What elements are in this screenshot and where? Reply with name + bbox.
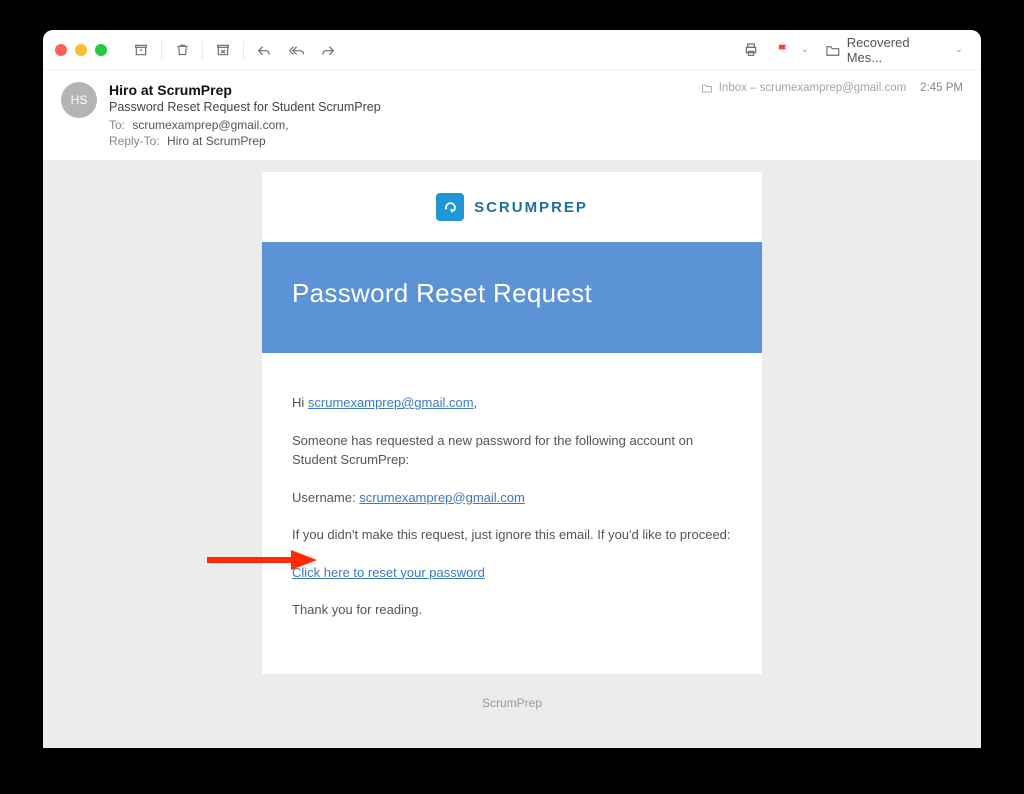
move-to-folder-select[interactable]: Recovered Mes... ⌄ — [819, 31, 969, 69]
chevron-down-icon: ⌄ — [955, 44, 963, 55]
print-button[interactable] — [737, 38, 765, 62]
inbox-icon — [701, 83, 713, 93]
sender-avatar: HS — [61, 82, 97, 118]
archive-button[interactable] — [127, 38, 155, 62]
banner-title: Password Reset Request — [292, 278, 732, 309]
brand-name: SCRUMPREP — [474, 199, 588, 216]
body-line-ignore: If you didn't make this request, just ig… — [292, 525, 732, 545]
flag-dropdown-icon[interactable]: ⌄ — [801, 44, 809, 55]
minimize-window-button[interactable] — [75, 44, 87, 56]
inbox-label: Inbox – scrumexamprep@gmail.com — [719, 82, 906, 94]
email-card: SCRUMPREP Password Reset Request Hi scru… — [262, 172, 762, 674]
greeting-email-link[interactable]: scrumexamprep@gmail.com — [308, 395, 474, 410]
sender-name: Hiro at ScrumPrep — [109, 82, 689, 98]
email-footer: ScrumPrep — [482, 674, 542, 732]
mail-window: ⌄ Recovered Mes... ⌄ HS Hiro at ScrumPre… — [43, 30, 981, 748]
reply-all-button[interactable] — [282, 38, 310, 62]
thanks-line: Thank you for reading. — [292, 600, 732, 620]
folder-label: Recovered Mes... — [847, 35, 947, 65]
folder-icon — [825, 43, 841, 57]
body-line-request: Someone has requested a new password for… — [292, 431, 732, 470]
brand-logo-icon — [436, 193, 464, 221]
close-window-button[interactable] — [55, 44, 67, 56]
zoom-window-button[interactable] — [95, 44, 107, 56]
brand-row: SCRUMPREP — [262, 172, 762, 242]
to-row: To: scrumexamprep@gmail.com, — [109, 118, 689, 132]
reply-to-row: Reply-To: Hiro at ScrumPrep — [109, 134, 689, 148]
mail-header: HS Hiro at ScrumPrep Password Reset Requ… — [43, 70, 981, 160]
trash-button[interactable] — [168, 38, 196, 62]
window-controls — [55, 44, 107, 56]
mail-subject: Password Reset Request for Student Scrum… — [109, 100, 689, 114]
junk-button[interactable] — [209, 38, 237, 62]
reply-button[interactable] — [250, 38, 278, 62]
received-time: 2:45 PM — [920, 82, 963, 94]
username-link[interactable]: scrumexamprep@gmail.com — [359, 490, 525, 505]
email-banner: Password Reset Request — [262, 242, 762, 353]
username-line: Username: scrumexamprep@gmail.com — [292, 488, 732, 508]
mail-body: SCRUMPREP Password Reset Request Hi scru… — [43, 160, 981, 748]
forward-button[interactable] — [314, 38, 342, 62]
toolbar: ⌄ Recovered Mes... ⌄ — [43, 30, 981, 70]
email-body: Hi scrumexamprep@gmail.com, Someone has … — [262, 353, 762, 674]
reset-password-link[interactable]: Click here to reset your password — [292, 565, 485, 580]
flag-button[interactable] — [769, 38, 797, 62]
greeting-line: Hi scrumexamprep@gmail.com, — [292, 393, 732, 413]
header-meta: Inbox – scrumexamprep@gmail.com 2:45 PM — [701, 82, 963, 94]
